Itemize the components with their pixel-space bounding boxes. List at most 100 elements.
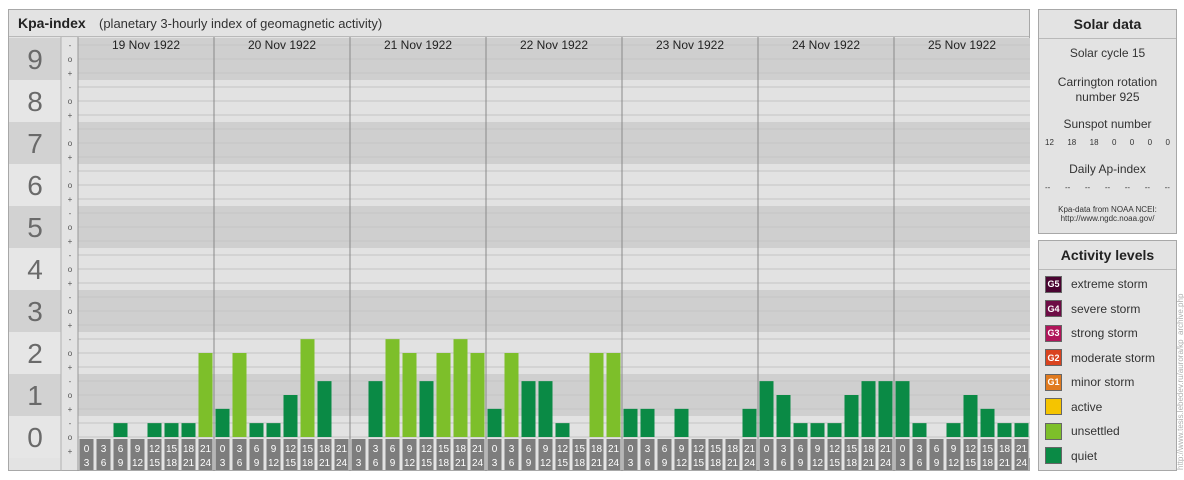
solar-cycle: Solar cycle 15 <box>1069 46 1146 60</box>
kp-bar <box>997 423 1012 437</box>
y-tick-label: 9 <box>27 44 43 75</box>
interval-end-label: 21 <box>999 458 1011 469</box>
interval-start-label: 9 <box>407 444 413 455</box>
activity-level-item: G3 strong storm <box>1045 324 1138 342</box>
kp-bar <box>249 423 264 437</box>
carrington-rotation-line2: number 925 <box>1075 90 1140 104</box>
interval-start-label: 0 <box>84 444 90 455</box>
interval-end-label: 12 <box>948 458 960 469</box>
carrington-rotation-line1: Carrington rotation <box>1057 75 1158 89</box>
y-tick-label: 5 <box>27 212 43 243</box>
ap-index-value: -- <box>1104 183 1111 192</box>
day-label: 20 Nov 1922 <box>248 38 316 52</box>
kp-bar <box>266 423 281 437</box>
interval-start-label: 3 <box>237 444 243 455</box>
kp-bar <box>640 408 655 437</box>
y-subtick-label: - <box>69 335 72 344</box>
interval-end-label: 18 <box>846 458 858 469</box>
interval-start-label: 18 <box>455 444 467 455</box>
day-label: 19 Nov 1922 <box>112 38 180 52</box>
y-subtick-label: o <box>68 181 73 190</box>
interval-end-label: 18 <box>982 458 994 469</box>
y-tick-label: 2 <box>27 338 43 369</box>
y-subtick-label: - <box>69 377 72 386</box>
interval-start-label: 9 <box>951 444 957 455</box>
kp-bar <box>810 423 825 437</box>
activity-level-item: unsettled <box>1045 422 1120 440</box>
interval-end-label: 21 <box>591 458 603 469</box>
y-subtick-label: - <box>69 41 72 50</box>
sunspot-value: 12 <box>1045 138 1054 147</box>
activity-level-swatch <box>1045 398 1062 415</box>
credit-text: http://www.tesis.lebedev.ru/aurora/kp_ar… <box>1176 293 1184 470</box>
interval-start-label: 9 <box>815 444 821 455</box>
kp-bar <box>759 381 774 437</box>
sunspot-value: 0 <box>1111 138 1117 147</box>
y-subtick-label: + <box>68 279 73 288</box>
day-label: 22 Nov 1922 <box>520 38 588 52</box>
interval-start-label: 3 <box>917 444 923 455</box>
solar-data-title: Solar data <box>1039 10 1176 39</box>
interval-start-label: 15 <box>982 444 994 455</box>
interval-end-label: 3 <box>220 458 226 469</box>
interval-start-label: 12 <box>285 444 297 455</box>
interval-start-label: 18 <box>727 444 739 455</box>
kp-bar <box>793 423 808 437</box>
kp-bar <box>504 353 519 437</box>
sunspot-values: 12 18 18 0 0 0 0 <box>1045 138 1170 147</box>
interval-end-label: 3 <box>84 458 90 469</box>
interval-start-label: 6 <box>390 444 396 455</box>
interval-end-label: 3 <box>900 458 906 469</box>
day-label: 25 Nov 1922 <box>928 38 996 52</box>
day-label: 23 Nov 1922 <box>656 38 724 52</box>
kp-bar <box>980 408 995 437</box>
interval-start-label: 21 <box>472 444 484 455</box>
kp-bar <box>283 395 298 437</box>
y-subtick-label: o <box>68 139 73 148</box>
y-subtick-label: o <box>68 55 73 64</box>
activity-level-item: G1 minor storm <box>1045 373 1134 391</box>
kp-bar <box>368 381 383 437</box>
kp-bar <box>1014 423 1029 437</box>
y-subtick-label: - <box>69 293 72 302</box>
sunspot-value: 18 <box>1089 138 1099 147</box>
source-line1: Kpa-data from NOAA NCEI: <box>1058 205 1157 214</box>
interval-start-label: 0 <box>492 444 498 455</box>
interval-end-label: 9 <box>390 458 396 469</box>
interval-end-label: 15 <box>421 458 433 469</box>
sunspot-title: Sunspot number <box>1063 117 1152 131</box>
y-subtick-label: + <box>68 363 73 372</box>
activity-level-label: minor storm <box>1071 375 1135 389</box>
y-subtick-label: - <box>69 251 72 260</box>
interval-end-label: 3 <box>764 458 770 469</box>
interval-end-label: 18 <box>166 458 178 469</box>
interval-start-label: 18 <box>591 444 603 455</box>
interval-start-label: 21 <box>880 444 892 455</box>
sunspot-value: 18 <box>1067 138 1077 147</box>
activity-levels-title: Activity levels <box>1039 241 1176 270</box>
interval-start-label: 0 <box>764 444 770 455</box>
kp-bar <box>113 423 128 437</box>
activity-levels-panel: Activity levels G5 extreme storm G4 severe … <box>1038 240 1177 471</box>
y-subtick-label: + <box>68 237 73 246</box>
interval-start-label: 18 <box>183 444 195 455</box>
interval-end-label: 6 <box>917 458 923 469</box>
kp-bar <box>606 353 621 437</box>
interval-start-label: 12 <box>829 444 841 455</box>
kp-bar <box>589 353 604 437</box>
interval-start-label: 9 <box>135 444 141 455</box>
interval-end-label: 9 <box>526 458 532 469</box>
interval-end-label: 9 <box>118 458 124 469</box>
interval-start-label: 9 <box>271 444 277 455</box>
interval-end-label: 3 <box>628 458 634 469</box>
interval-start-label: 0 <box>900 444 906 455</box>
y-subtick-label: o <box>68 223 73 232</box>
interval-start-label: 18 <box>999 444 1011 455</box>
interval-end-label: 6 <box>781 458 787 469</box>
y-subtick-label: + <box>68 153 73 162</box>
kpa-chart-panel: 0 1 2 3 4 5 6 7 8 9- o + - o + - o + - o + - o + - o + - o + - o + - o + - o +… <box>8 9 1030 471</box>
ap-index-value: -- <box>1124 183 1131 192</box>
kp-bar <box>402 353 417 437</box>
kpa-chart: 0123456789-o+-o+-o+-o+-o+-o+-o+-o+-o+-o+… <box>9 37 1030 471</box>
y-tick-label: 1 <box>27 380 43 411</box>
